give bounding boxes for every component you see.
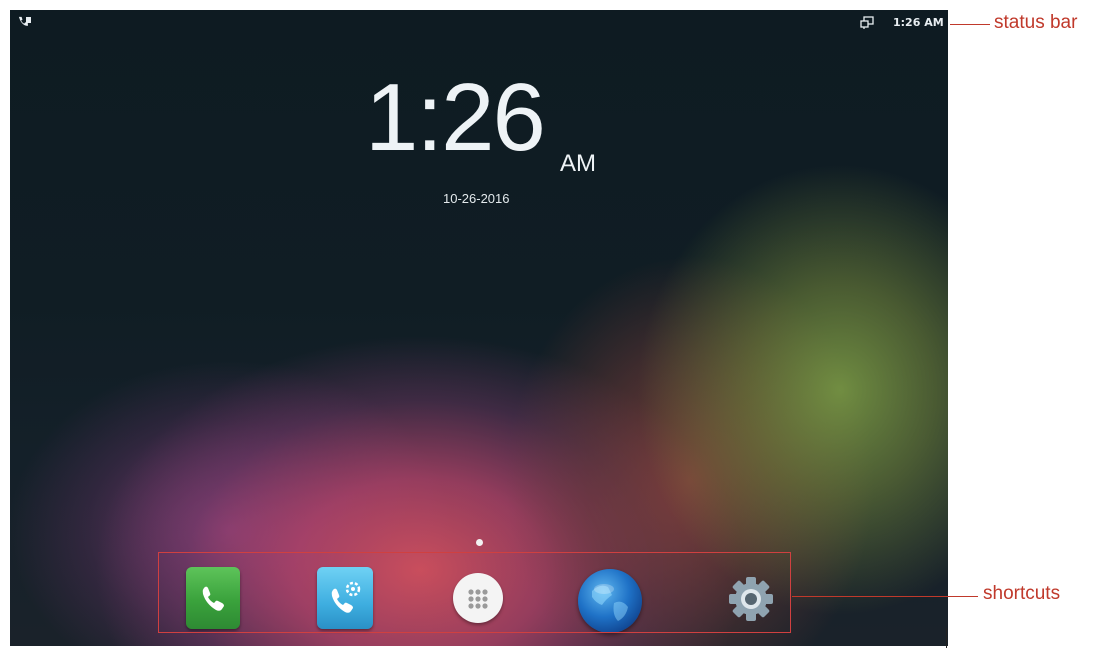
frame-edge-mark xyxy=(946,628,947,648)
status-bar-callout-label: status bar xyxy=(994,12,1078,33)
status-bar-callout-line xyxy=(950,24,990,25)
clock-ampm: AM xyxy=(560,150,596,177)
clock-widget[interactable]: 1:26 AM xyxy=(365,64,596,178)
page-indicator-dot xyxy=(476,539,483,546)
status-bar[interactable]: 1:26 AM xyxy=(10,10,948,36)
status-time: 1:26 AM xyxy=(893,16,944,29)
clock-time: 1:26 xyxy=(365,64,546,171)
clock-date: 10-26-2016 xyxy=(443,191,510,206)
screen-mirror-icon xyxy=(860,15,874,29)
shortcuts-highlight-frame xyxy=(158,552,791,633)
phone-contacts-icon xyxy=(18,16,32,31)
shortcuts-callout-line xyxy=(792,596,978,597)
home-screen: 1:26 AM 1:26 AM 10-26-2016 xyxy=(10,10,948,646)
shortcuts-callout-label: shortcuts xyxy=(983,583,1061,604)
